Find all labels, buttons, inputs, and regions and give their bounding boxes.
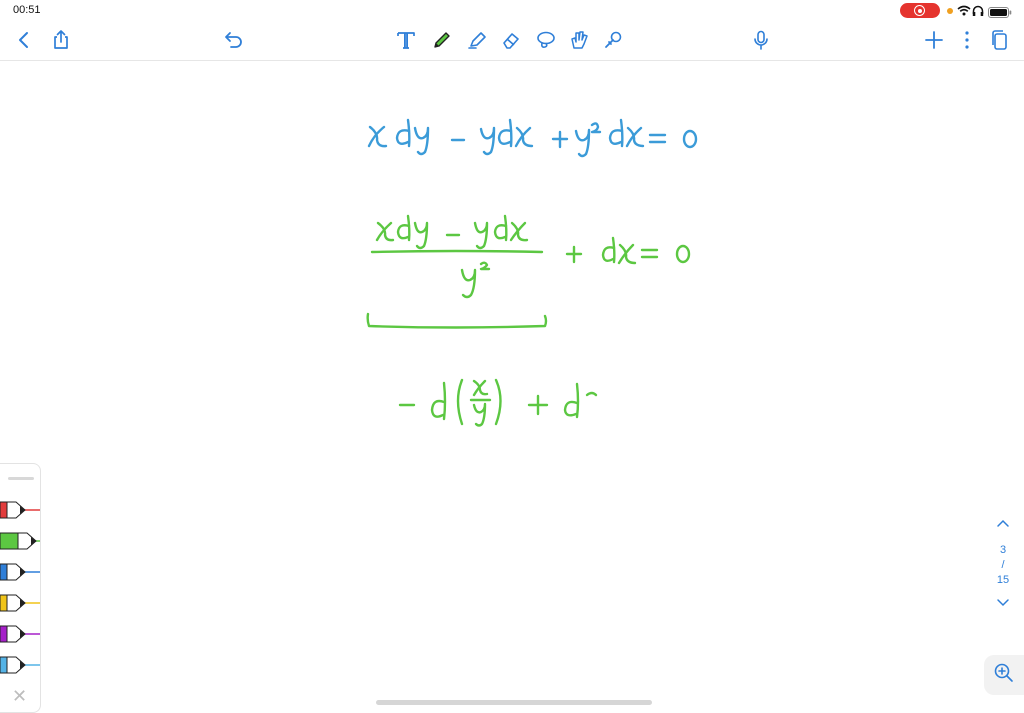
- page-separator: /: [1001, 559, 1005, 571]
- zoom-in-icon: [993, 662, 1015, 689]
- pen-green[interactable]: [0, 531, 40, 551]
- equation-line-3: [398, 378, 598, 427]
- equation-line-2: [366, 214, 691, 329]
- pen-tool-icon[interactable]: [430, 28, 454, 52]
- page-navigator: 3 / 15: [986, 518, 1020, 611]
- clock: 00:51: [13, 4, 41, 16]
- laser-pointer-icon[interactable]: [601, 28, 625, 52]
- note-canvas[interactable]: [0, 61, 1024, 712]
- pen-blue[interactable]: [0, 562, 40, 582]
- status-bar: 00:51: [0, 0, 1024, 22]
- handwriting-strokes: [366, 118, 698, 427]
- close-palette-icon[interactable]: ✕: [12, 686, 27, 707]
- battery-icon: [988, 5, 1012, 23]
- total-pages: 15: [996, 574, 1010, 586]
- palette-grip[interactable]: [8, 477, 34, 480]
- text-tool-icon[interactable]: [394, 28, 418, 52]
- add-icon[interactable]: [922, 28, 946, 52]
- wifi-icon: [957, 4, 971, 22]
- lasso-tool-icon[interactable]: [534, 28, 558, 52]
- pen-light-blue[interactable]: [0, 655, 40, 675]
- screen-recording-indicator[interactable]: [900, 3, 940, 18]
- undo-icon[interactable]: [222, 28, 246, 52]
- shape-tool-icon[interactable]: [567, 28, 591, 52]
- equation-line-1: [367, 118, 698, 158]
- previous-page-icon[interactable]: [986, 518, 1020, 531]
- eraser-tool-icon[interactable]: [499, 28, 523, 52]
- zoom-button[interactable]: [984, 655, 1024, 695]
- privacy-dot-icon: [947, 8, 953, 14]
- more-icon[interactable]: [955, 28, 979, 52]
- pen-red[interactable]: [0, 500, 40, 520]
- pages-icon[interactable]: [988, 28, 1012, 52]
- back-icon[interactable]: [12, 28, 36, 52]
- current-page: 3: [999, 544, 1007, 556]
- headphones-icon: [972, 4, 984, 22]
- home-indicator: [376, 700, 652, 705]
- pen-purple[interactable]: [0, 624, 40, 644]
- microphone-icon[interactable]: [749, 28, 773, 52]
- toolbar: [0, 22, 1024, 61]
- next-page-icon[interactable]: [986, 598, 1020, 611]
- pen-yellow[interactable]: [0, 593, 40, 613]
- share-icon[interactable]: [49, 28, 73, 52]
- pen-palette: ✕: [0, 463, 41, 713]
- highlighter-tool-icon[interactable]: [465, 28, 489, 52]
